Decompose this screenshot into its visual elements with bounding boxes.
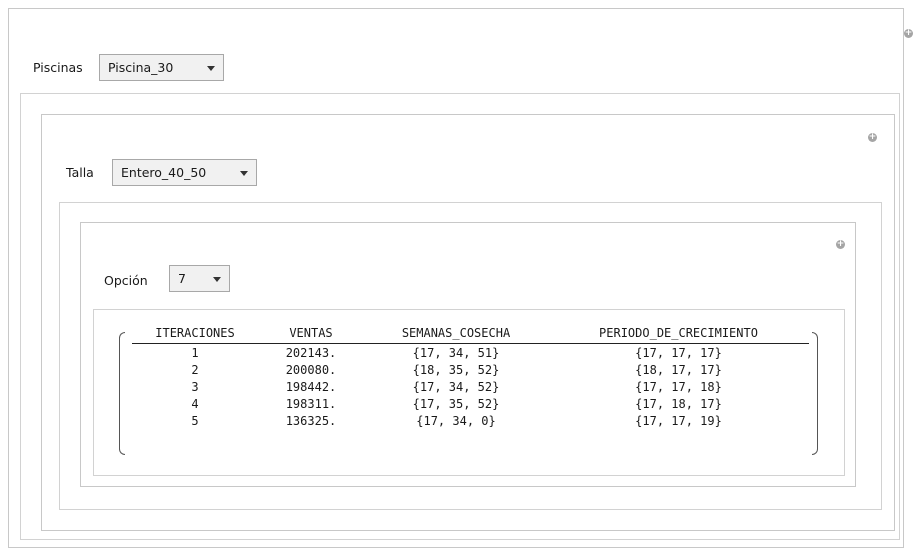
opcion-selected-value: 7 (178, 271, 186, 286)
header-semanas-cosecha: SEMANAS_COSECHA (364, 322, 548, 344)
piscinas-label: Piscinas (33, 60, 83, 75)
talla-add-icon[interactable]: + (868, 133, 877, 142)
cell-periodo-de-crecimiento: {17, 18, 17} (635, 396, 722, 411)
cell-ventas: 200080. (285, 362, 337, 377)
opcion-add-icon[interactable]: + (836, 240, 845, 249)
cell-periodo-de-crecimiento: {17, 17, 18} (635, 379, 722, 394)
talla-label: Talla (66, 165, 94, 180)
outer-add-icon[interactable]: + (904, 29, 913, 38)
talla-selected-value: Entero_40_50 (121, 165, 207, 180)
chevron-down-icon (213, 277, 221, 282)
cell-semanas-cosecha: {17, 34, 52} (412, 379, 500, 394)
cell-iteracion: 5 (191, 413, 199, 428)
chevron-down-icon (207, 66, 215, 71)
matrix-left-bracket (119, 332, 125, 455)
cell-iteracion: 4 (191, 396, 199, 411)
header-iteraciones: ITERACIONES (132, 322, 258, 344)
piscinas-dropdown[interactable]: Piscina_30 (99, 54, 224, 81)
table-row: 1 202143. {17, 34, 51} {17, 17, 17} (132, 344, 809, 362)
cell-iteracion: 3 (191, 379, 199, 394)
cell-periodo-de-crecimiento: {18, 17, 17} (635, 362, 722, 377)
cell-ventas: 136325. (285, 413, 337, 428)
header-periodo-de-crecimiento: PERIODO_DE_CRECIMIENTO (548, 322, 809, 344)
header-ventas: VENTAS (258, 322, 364, 344)
cell-iteracion: 2 (191, 362, 199, 377)
opcion-label: Opción (104, 273, 148, 288)
cell-iteracion: 1 (191, 345, 199, 360)
cell-semanas-cosecha: {17, 34, 51} (412, 345, 500, 360)
opcion-dropdown[interactable]: 7 (169, 265, 230, 292)
cell-semanas-cosecha: {17, 35, 52} (412, 396, 500, 411)
table-row: 3 198442. {17, 34, 52} {17, 17, 18} (132, 378, 809, 395)
results-table: ITERACIONES VENTAS SEMANAS_COSECHA PERIO… (132, 322, 809, 429)
cell-periodo-de-crecimiento: {17, 17, 17} (635, 345, 722, 360)
table-row: 2 200080. {18, 35, 52} {18, 17, 17} (132, 361, 809, 378)
table-header-row: ITERACIONES VENTAS SEMANAS_COSECHA PERIO… (132, 322, 809, 344)
table-row: 5 136325. {17, 34, 0} {17, 17, 19} (132, 412, 809, 429)
cell-ventas: 202143. (285, 345, 337, 360)
cell-periodo-de-crecimiento: {17, 17, 19} (635, 413, 722, 428)
cell-ventas: 198311. (285, 396, 337, 411)
cell-semanas-cosecha: {17, 34, 0} (416, 413, 496, 428)
piscinas-selected-value: Piscina_30 (108, 60, 174, 75)
talla-dropdown[interactable]: Entero_40_50 (112, 159, 257, 186)
cell-ventas: 198442. (285, 379, 337, 394)
chevron-down-icon (240, 171, 248, 176)
table-row: 4 198311. {17, 35, 52} {17, 18, 17} (132, 395, 809, 412)
matrix-right-bracket (812, 332, 818, 455)
cell-semanas-cosecha: {18, 35, 52} (412, 362, 500, 377)
